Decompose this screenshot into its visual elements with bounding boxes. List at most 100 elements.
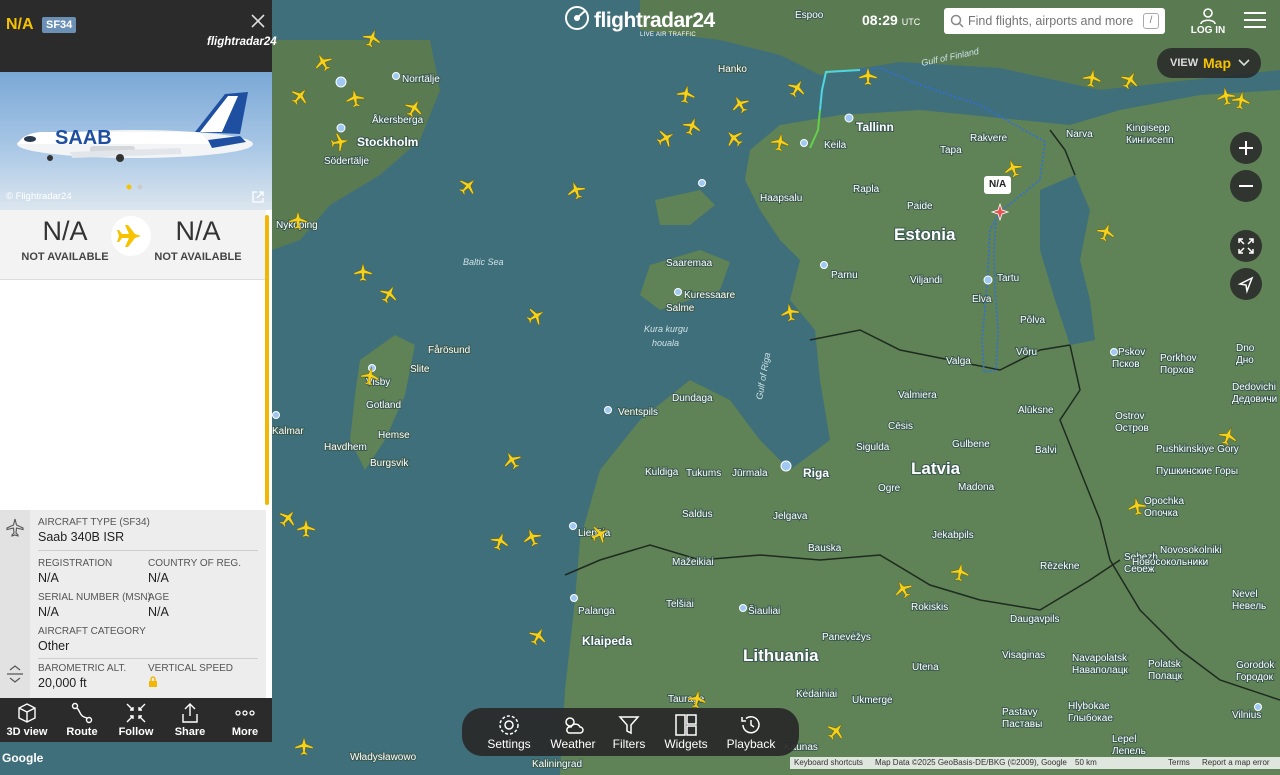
aircraft-type-badge: SF34 — [42, 17, 77, 33]
city-label: Rēzekne — [1040, 561, 1080, 572]
city-label: Kuldiga — [645, 467, 679, 478]
city-label: Дедовичи — [1232, 394, 1277, 405]
keyboard-shortcuts-link[interactable]: Keyboard shortcuts — [794, 758, 863, 767]
msn-value: N/A — [38, 605, 59, 619]
city-label: Пушкинские Горы — [1156, 466, 1238, 477]
route-button[interactable]: Route — [55, 698, 109, 742]
city-label: Pushkinskiye Gory — [1156, 444, 1239, 455]
city-label: Hlybokae — [1068, 701, 1110, 712]
expand-icon — [1238, 238, 1254, 254]
city-label: Hanko — [718, 64, 747, 75]
weather-button[interactable]: Weather — [542, 708, 604, 756]
filters-button[interactable]: Filters — [602, 708, 656, 756]
country-label-estonia: Estonia — [894, 225, 956, 244]
city-label: Невель — [1232, 601, 1266, 612]
country-of-reg-label: COUNTRY OF REG. — [148, 558, 241, 569]
city-label: Опочка — [1144, 508, 1178, 519]
city-label: Gorodok — [1236, 660, 1275, 671]
city-label: Jekabpils — [932, 530, 974, 541]
search-shortcut-key: / — [1143, 13, 1159, 29]
location-arrow-icon — [1237, 276, 1254, 294]
city-label: Gulbene — [952, 439, 990, 450]
city-label: Daugavpils — [1010, 614, 1059, 625]
city-label: Visaginas — [1002, 650, 1045, 661]
city-label: Keila — [824, 140, 847, 151]
panel-header: N/A SF34 flightradar24 — [0, 0, 277, 72]
city-label: Viljandi — [910, 275, 942, 286]
city-label: Rokiskis — [911, 602, 948, 613]
city-label: Klaipeda — [582, 634, 632, 648]
3d-view-button[interactable]: 3D view — [0, 698, 54, 742]
city-label: Nevel — [1232, 589, 1258, 600]
city-label: Narva — [1066, 129, 1093, 140]
close-icon[interactable] — [250, 13, 266, 29]
filters-label: Filters — [612, 737, 646, 751]
lock-icon — [149, 676, 157, 687]
zoom-in-button[interactable] — [1230, 132, 1262, 164]
widgets-button[interactable]: Widgets — [658, 708, 714, 756]
msn-label: SERIAL NUMBER (MSN) — [38, 592, 151, 603]
aircraft-photo[interactable]: SAAB 340 © Flightradar24 — [0, 72, 272, 210]
playback-button[interactable]: Playback — [720, 708, 782, 756]
settings-button[interactable]: Settings — [478, 708, 540, 756]
city-label: Sigulda — [856, 442, 890, 453]
fullscreen-button[interactable] — [1230, 230, 1262, 262]
city-label: Telšiai — [666, 599, 694, 610]
barometric-alt-label: BAROMETRIC ALT. — [38, 663, 127, 674]
city-label: Псков — [1112, 359, 1140, 370]
top-bar: flightradar24 LIVE AIR TRAFFIC 08:29 UTC… — [272, 0, 1280, 42]
login-button[interactable]: LOG IN — [1186, 5, 1230, 37]
vertical-speed-label: VERTICAL SPEED — [148, 663, 234, 674]
country-of-reg-value: N/A — [148, 571, 169, 585]
view-value: Map — [1203, 55, 1231, 71]
city-label: Slite — [410, 364, 430, 375]
divider — [38, 550, 258, 551]
svg-text:SAAB: SAAB — [55, 127, 112, 149]
share-button[interactable]: Share — [163, 698, 217, 742]
gear-icon — [499, 715, 519, 735]
report-map-error-link[interactable]: Report a map error — [1202, 758, 1270, 767]
google-logo[interactable]: Google — [2, 751, 43, 765]
city-label: Порхов — [1160, 365, 1194, 376]
flightradar24-logo[interactable]: flightradar24 LIVE AIR TRAFFIC — [564, 5, 715, 39]
carousel-dots[interactable] — [126, 184, 146, 190]
city-label: Södertälje — [324, 156, 369, 167]
city-label: Ogre — [878, 483, 901, 494]
panel-brand: flightradar24 — [207, 36, 277, 48]
search-box[interactable]: / — [944, 8, 1165, 34]
zoom-out-button[interactable] — [1230, 170, 1262, 202]
view-label: VIEW — [1170, 57, 1199, 69]
city-label: Kingisepp — [1126, 123, 1170, 134]
terms-link[interactable]: Terms — [1168, 758, 1190, 767]
more-button[interactable]: More — [218, 698, 272, 742]
playback-clock-icon — [741, 716, 760, 734]
search-input[interactable] — [968, 11, 1133, 31]
city-label: Burgsvik — [370, 458, 409, 469]
city-label: Cēsis — [888, 421, 913, 432]
search-icon — [950, 14, 964, 28]
follow-label: Follow — [118, 726, 154, 738]
panel-scrollbar[interactable] — [265, 215, 269, 505]
hamburger-menu-icon[interactable] — [1244, 12, 1266, 30]
aircraft-type-value: Saab 340B ISR — [38, 530, 125, 544]
city-label: Городок — [1236, 672, 1274, 683]
city-label: Polatsk — [1148, 659, 1182, 670]
water-label-kura-kurgu: Kura kurgu — [644, 324, 688, 334]
city-label: Kuressaare — [684, 290, 736, 301]
city-label: Tartu — [997, 273, 1019, 284]
city-label: Hemse — [378, 430, 410, 441]
city-label: Mažeikiai — [672, 557, 714, 568]
city-label: Valmiera — [898, 390, 937, 401]
follow-button[interactable]: Follow — [109, 698, 163, 742]
view-selector[interactable]: VIEW Map — [1157, 48, 1261, 78]
city-label: Rakvere — [970, 133, 1008, 144]
locate-button[interactable] — [1230, 268, 1262, 300]
city-label: Norrtälje — [402, 74, 440, 85]
destination-code[interactable]: N/A — [133, 216, 263, 247]
clock-zone: UTC — [901, 17, 921, 27]
external-link-icon[interactable] — [251, 190, 265, 204]
selected-aircraft-tag[interactable]: N/A — [984, 176, 1012, 194]
route-icon — [71, 702, 93, 724]
radar-logo-icon — [565, 6, 589, 30]
city-label: Haapsalu — [760, 193, 802, 204]
